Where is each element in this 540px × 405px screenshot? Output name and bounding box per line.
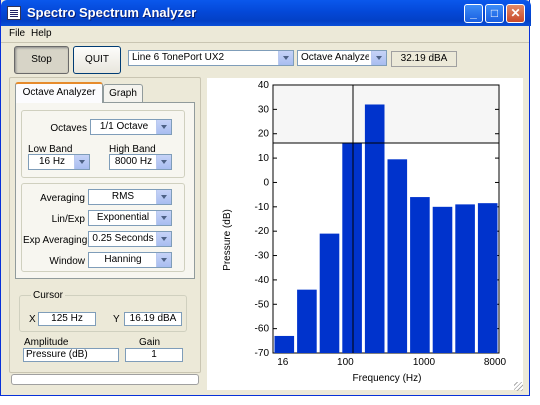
y-axis-label: Pressure (dB): [222, 209, 233, 271]
y-tick-label: 20: [258, 129, 270, 140]
cursor-shade: [274, 86, 498, 144]
x-axis-label: Frequency (Hz): [353, 373, 422, 384]
cursor-shade-area: [274, 86, 498, 144]
bar: [387, 159, 408, 353]
x-tick-label: 100: [337, 357, 354, 368]
bar: [432, 206, 453, 353]
y-tick-label: 0: [263, 177, 269, 188]
bar: [319, 233, 340, 353]
resize-grip[interactable]: [513, 381, 523, 391]
y-tick-label: 40: [258, 80, 270, 91]
x-tick-label: 16: [277, 357, 289, 368]
bar: [410, 197, 430, 353]
spectrum-chart[interactable]: 403020100-10-20-30-40-50-60-70 16 100 1000…: [1, 0, 531, 396]
bar: [364, 104, 385, 353]
y-tick-label: -60: [255, 324, 270, 335]
y-tick-label: -20: [255, 226, 270, 237]
bar: [342, 143, 362, 353]
y-tick-label: -30: [255, 251, 270, 262]
app-window: Spectro Spectrum Analyzer _ □ ✕ File Hel…: [0, 0, 531, 396]
bar: [297, 289, 317, 353]
bar: [274, 335, 295, 353]
tab-octave-analyzer[interactable]: Octave Analyzer: [15, 82, 103, 103]
x-tick-label: 1000: [413, 357, 436, 368]
bar: [455, 204, 475, 353]
y-tick-label: -70: [255, 348, 270, 359]
bar: [477, 203, 498, 353]
y-tick-label: -40: [255, 275, 270, 286]
x-tick-label: 8000: [484, 357, 507, 368]
y-tick-label: -50: [255, 299, 270, 310]
y-tick-label: 10: [258, 153, 270, 164]
y-tick-label: -10: [255, 202, 270, 213]
y-tick-label: 30: [258, 104, 270, 115]
